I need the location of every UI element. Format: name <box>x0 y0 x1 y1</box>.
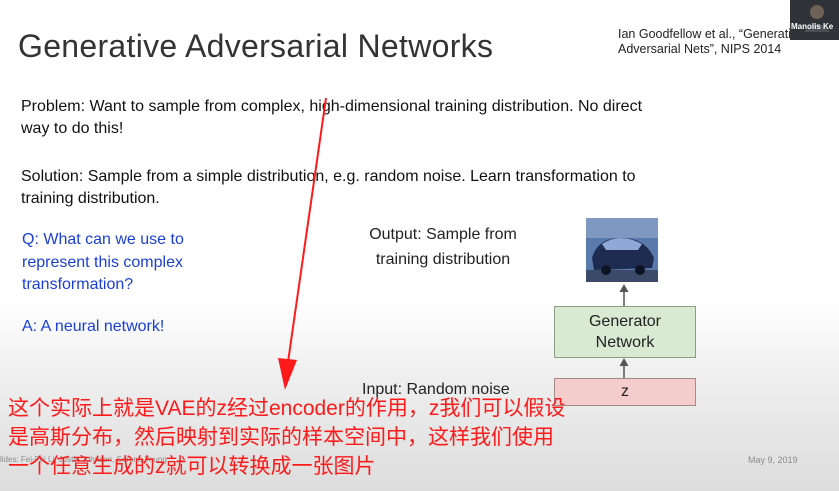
flow-arrow <box>619 284 629 306</box>
flow-arrow <box>619 358 629 378</box>
annotation-arrow <box>278 97 327 390</box>
subtitle-line: 这个实际上就是VAE的z经过encoder的作用，z我们可以假设 <box>8 397 566 420</box>
slide: Generative Adversarial Networks Ian Good… <box>0 0 839 491</box>
subtitle-line: 是高斯分布，然后映射到实际的样本空间中，这样我们使用 <box>8 426 554 449</box>
chinese-annotation-subtitle: 这个实际上就是VAE的z经过encoder的作用，z我们可以假设 是高斯分布，然… <box>8 394 768 481</box>
subtitle-line: 一个任意生成的z就可以转换成一张图片 <box>8 455 376 478</box>
